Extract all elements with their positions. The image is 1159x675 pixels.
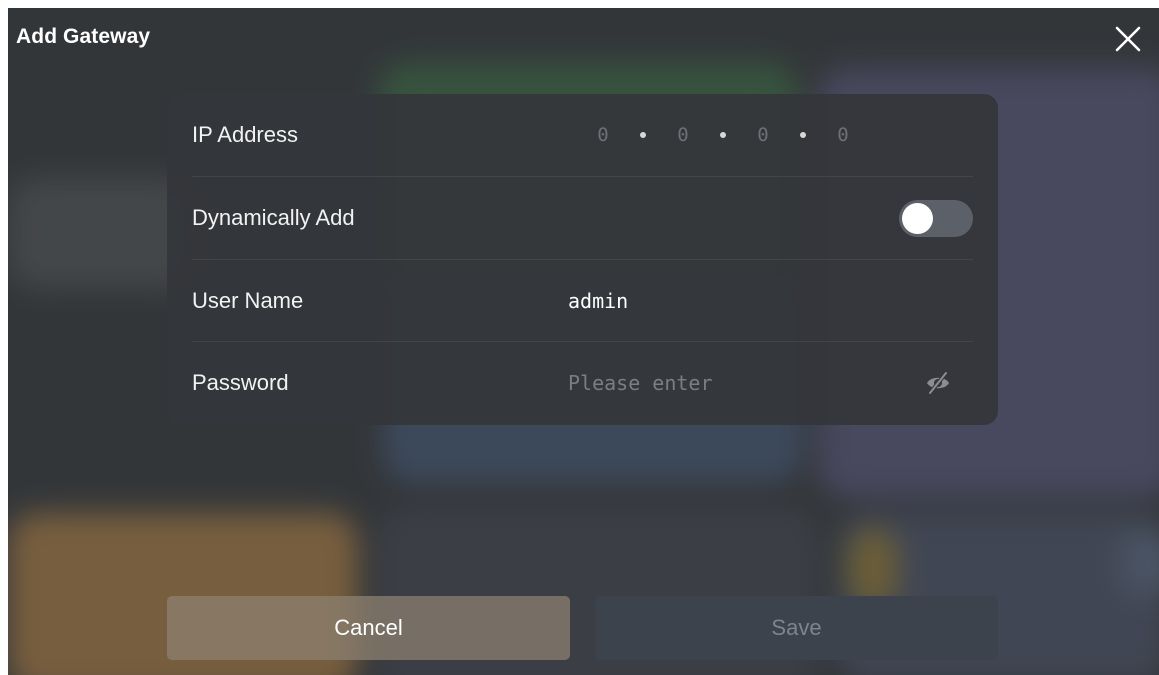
ip-octet-3[interactable]: 0 <box>756 124 770 146</box>
dynamically-add-toggle[interactable] <box>899 200 973 237</box>
ip-address-label: IP Address <box>192 122 298 147</box>
ip-separator <box>640 132 646 138</box>
screen: Add Gateway IP Address 0 0 0 0 Dynamical… <box>8 8 1159 675</box>
ip-octet-2[interactable]: 0 <box>676 124 690 146</box>
ip-address-row: IP Address 0 0 0 0 <box>192 94 973 176</box>
ip-octet-4[interactable]: 0 <box>836 124 850 146</box>
ip-octet-1[interactable]: 0 <box>596 124 610 146</box>
ip-separator <box>800 132 806 138</box>
close-icon <box>1115 26 1141 52</box>
save-button[interactable]: Save <box>595 596 998 660</box>
dynamically-add-row: Dynamically Add <box>192 176 973 259</box>
password-label: Password <box>192 370 289 395</box>
password-row: Password <box>192 341 973 424</box>
dialog-title: Add Gateway <box>16 25 151 48</box>
user-name-row: User Name admin <box>192 259 973 342</box>
dynamically-add-label: Dynamically Add <box>192 205 355 230</box>
password-field[interactable] <box>568 364 898 402</box>
toggle-knob <box>902 203 933 234</box>
user-name-label: User Name <box>192 288 304 313</box>
user-name-field[interactable]: admin <box>568 260 628 342</box>
cancel-button[interactable]: Cancel <box>167 596 570 660</box>
gateway-form: IP Address 0 0 0 0 Dynamically Add User … <box>167 94 998 425</box>
ip-separator <box>720 132 726 138</box>
eye-off-icon <box>927 371 949 395</box>
close-button[interactable] <box>1113 24 1143 54</box>
password-visibility-toggle[interactable] <box>925 371 951 395</box>
ip-address-input[interactable]: 0 0 0 0 <box>596 94 850 176</box>
